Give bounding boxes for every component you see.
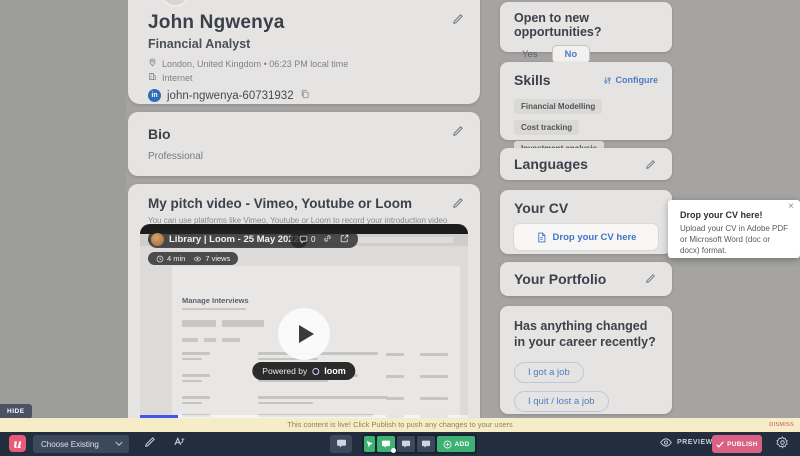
drop-cv-button[interactable]: Drop your CV here bbox=[514, 224, 658, 250]
yes-button[interactable]: Yes bbox=[514, 46, 546, 63]
video-owner-avatar bbox=[151, 233, 164, 246]
video-views: 7 views bbox=[205, 254, 230, 263]
step-group: ADD bbox=[362, 434, 477, 454]
skill-tag: Cost tracking bbox=[514, 120, 579, 135]
tooltip-step-3-button[interactable] bbox=[417, 436, 435, 452]
bio-text: Professional bbox=[148, 151, 460, 162]
copy-icon[interactable] bbox=[300, 89, 310, 102]
clock-icon bbox=[156, 255, 164, 263]
document-icon bbox=[536, 232, 547, 243]
video-title-badge: Library | Loom - 25 May 2022 bbox=[148, 230, 308, 248]
cv-title: Your CV bbox=[514, 200, 658, 216]
step-badge-dot bbox=[391, 448, 396, 453]
opportunities-title: Open to new opportunities? bbox=[514, 11, 658, 39]
video-duration: 4 min bbox=[167, 254, 185, 263]
edit-portfolio-icon[interactable] bbox=[645, 271, 656, 289]
profile-company: Internet bbox=[162, 73, 193, 83]
company-icon bbox=[148, 72, 157, 83]
cv-card: Your CV Drop your CV here bbox=[500, 190, 672, 254]
live-notice-text: This content is live! Click Publish to p… bbox=[0, 418, 800, 432]
plus-circle-icon bbox=[443, 440, 452, 449]
avatar bbox=[160, 0, 190, 7]
profile-name: John Ngwenya bbox=[148, 12, 460, 34]
preview-button[interactable]: PREVIEW bbox=[660, 438, 713, 447]
live-notice-bar: This content is live! Click Publish to p… bbox=[0, 418, 800, 432]
powered-by-loom-badge[interactable]: Powered by loom bbox=[252, 362, 355, 380]
linkedin-handle: john-ngwenya-60731932 bbox=[167, 90, 294, 102]
edit-mode-icon[interactable] bbox=[144, 436, 156, 448]
skills-title: Skills bbox=[514, 72, 551, 88]
video-title-text: Library | Loom - 25 May 2022 bbox=[169, 234, 299, 245]
sliders-icon bbox=[603, 76, 612, 85]
video-player[interactable]: Manage Interviews Library | Loom - 25 Ma… bbox=[140, 224, 468, 418]
video-copy-link-icon[interactable] bbox=[323, 234, 332, 245]
profile-job-title: Financial Analyst bbox=[148, 37, 460, 51]
tooltip-body: Upload your CV in Adobe PDF or Microsoft… bbox=[680, 224, 790, 256]
builder-toolbar: u Choose Existing bbox=[0, 432, 800, 456]
video-inner-heading: Manage Interviews bbox=[182, 296, 249, 305]
video-open-external-icon[interactable] bbox=[340, 234, 349, 245]
screen: John Ngwenya Financial Analyst London, U… bbox=[0, 0, 800, 456]
pointer-step-button[interactable] bbox=[364, 436, 375, 452]
chevron-down-icon bbox=[115, 441, 123, 447]
video-comments[interactable]: 0 bbox=[299, 235, 315, 244]
edit-profile-icon[interactable] bbox=[452, 12, 464, 30]
dismiss-link[interactable]: DISMISS bbox=[769, 418, 794, 432]
portfolio-card: Your Portfolio bbox=[500, 262, 672, 296]
got-a-job-button[interactable]: I got a job bbox=[514, 362, 584, 383]
edit-languages-icon[interactable] bbox=[645, 157, 656, 175]
add-step-button[interactable]: ADD bbox=[437, 436, 475, 452]
translate-icon[interactable] bbox=[172, 436, 185, 448]
portfolio-title: Your Portfolio bbox=[514, 271, 658, 287]
video-card-title: My pitch video - Vimeo, Youtube or Loom bbox=[148, 196, 464, 211]
play-icon bbox=[299, 325, 314, 343]
profile-card: John Ngwenya Financial Analyst London, U… bbox=[128, 0, 480, 104]
edit-video-icon[interactable] bbox=[452, 196, 464, 214]
video-actions-badge: 0 bbox=[290, 230, 358, 248]
userpilot-logo[interactable]: u bbox=[9, 435, 26, 452]
views-eye-icon bbox=[193, 255, 202, 263]
publish-button[interactable]: PUBLISH bbox=[712, 435, 762, 453]
pitch-video-card: My pitch video - Vimeo, Youtube or Loom … bbox=[128, 184, 480, 418]
cv-tooltip: × Drop your CV here! Upload your CV in A… bbox=[668, 200, 800, 258]
languages-card: Languages bbox=[500, 148, 672, 180]
settings-gear-icon[interactable] bbox=[776, 436, 789, 453]
skill-tag: Financial Modelling bbox=[514, 99, 602, 114]
tooltip-title: Drop your CV here! bbox=[680, 210, 790, 220]
edit-bio-icon[interactable] bbox=[452, 124, 464, 142]
check-icon bbox=[716, 441, 724, 448]
location-pin-icon bbox=[148, 58, 157, 69]
profile-location: London, United Kingdom • 06:23 PM local … bbox=[162, 59, 348, 69]
active-tooltip-step-button[interactable] bbox=[377, 436, 395, 452]
career-change-title: Has anything changed in your career rece… bbox=[514, 318, 658, 351]
tooltip-step-2-button[interactable] bbox=[397, 436, 415, 452]
loom-logo-icon bbox=[312, 368, 319, 375]
video-stats-badge: 4 min 7 views bbox=[148, 252, 238, 265]
skills-card: Skills Configure Financial Modelling Cos… bbox=[500, 62, 672, 140]
choose-existing-dropdown[interactable]: Choose Existing bbox=[33, 435, 129, 453]
hide-tab[interactable]: HIDE bbox=[0, 404, 32, 419]
preview-eye-icon bbox=[660, 438, 672, 447]
play-button[interactable] bbox=[278, 308, 330, 360]
bio-card: Bio Professional bbox=[128, 112, 480, 176]
quit-lost-job-button[interactable]: I quit / lost a job bbox=[514, 391, 609, 412]
skills-configure-button[interactable]: Configure bbox=[603, 75, 659, 85]
opportunities-card: Open to new opportunities? Yes No bbox=[500, 2, 672, 52]
languages-title: Languages bbox=[514, 156, 658, 172]
linkedin-icon: in bbox=[148, 89, 161, 102]
career-change-card: Has anything changed in your career rece… bbox=[500, 306, 672, 414]
tooltip-step-button[interactable] bbox=[330, 435, 352, 453]
page-background-left bbox=[0, 0, 126, 418]
tooltip-close-icon[interactable]: × bbox=[788, 201, 794, 212]
bio-title: Bio bbox=[148, 126, 460, 142]
